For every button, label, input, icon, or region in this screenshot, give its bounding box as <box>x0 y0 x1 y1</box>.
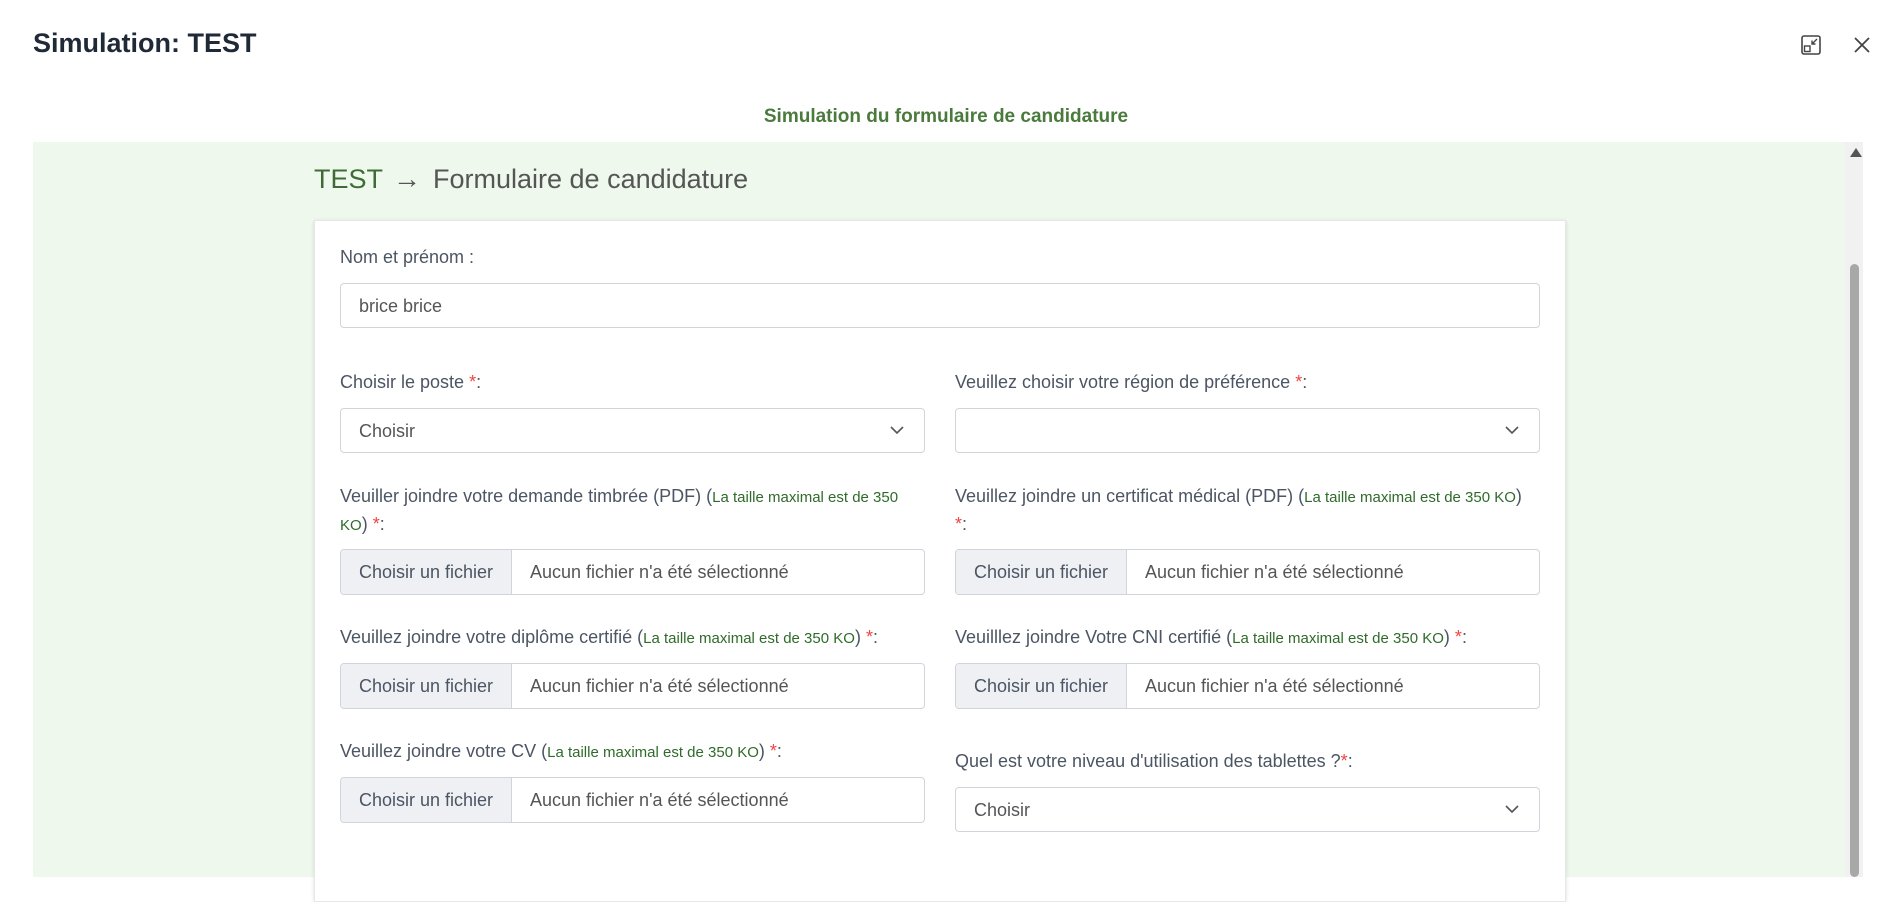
breadcrumb-form-title: Formulaire de candidature <box>433 163 749 194</box>
region-select[interactable] <box>955 408 1540 453</box>
choose-file-button[interactable]: Choisir un fichier <box>341 778 512 822</box>
file-status-text: Aucun fichier n'a été sélectionné <box>1145 561 1404 582</box>
required-marker: * <box>865 627 873 647</box>
certificat-file-input[interactable]: Choisir un fichier Aucun fichier n'a été… <box>955 549 1540 595</box>
file-status-text: Aucun fichier n'a été sélectionné <box>530 561 789 582</box>
choose-file-button[interactable]: Choisir un fichier <box>341 550 512 594</box>
cni-label: Veuilllez joindre Votre CNI certifié (La… <box>955 627 1467 647</box>
diplome-label: Veuillez joindre votre diplôme certifié … <box>340 627 878 647</box>
modal-header: Simulation: TEST <box>0 0 1892 92</box>
breadcrumb-test: TEST <box>314 163 384 194</box>
scroll-up-arrow-icon[interactable] <box>1850 148 1862 157</box>
file-status-text: Aucun fichier n'a été sélectionné <box>1145 675 1404 696</box>
modal-subtitle: Simulation du formulaire de candidature <box>763 106 1129 127</box>
required-marker: * <box>372 514 380 534</box>
breadcrumb: TEST → Formulaire de candidature <box>314 163 748 195</box>
cv-label: Veuillez joindre votre CV (La taille max… <box>340 741 782 761</box>
scrollbar-thumb[interactable] <box>1850 264 1859 877</box>
required-marker: * <box>955 514 963 534</box>
arrow-right-icon: → <box>393 163 422 194</box>
poste-label: Choisir le poste *: <box>340 372 482 392</box>
close-icon[interactable] <box>1851 34 1873 56</box>
cni-file-input[interactable]: Choisir un fichier Aucun fichier n'a été… <box>955 663 1540 709</box>
tablette-select-value: Choisir <box>974 800 1031 820</box>
modal-title: Simulation: TEST <box>33 28 257 58</box>
tablette-select[interactable]: Choisir <box>955 787 1540 832</box>
scrollbar[interactable] <box>1845 142 1863 877</box>
choose-file-button[interactable]: Choisir un fichier <box>956 664 1127 708</box>
poste-select[interactable]: Choisir <box>340 408 925 453</box>
tablette-label: Quel est votre niveau d'utilisation des … <box>955 751 1353 771</box>
name-value: brice brice <box>359 296 443 316</box>
form-card: Nom et prénom : brice brice Choisir le p… <box>314 220 1566 902</box>
chevron-down-icon <box>890 426 904 435</box>
choose-file-button[interactable]: Choisir un fichier <box>956 550 1127 594</box>
required-marker: * <box>769 741 777 761</box>
name-input[interactable]: brice brice <box>340 283 1540 328</box>
required-marker: * <box>1454 627 1462 647</box>
minimize-icon[interactable] <box>1800 34 1822 56</box>
name-label: Nom et prénom : <box>340 247 475 267</box>
chevron-down-icon <box>1505 805 1519 814</box>
required-marker: * <box>1340 751 1348 771</box>
choose-file-button[interactable]: Choisir un fichier <box>341 664 512 708</box>
file-status-text: Aucun fichier n'a été sélectionné <box>530 675 789 696</box>
certificat-label: Veuillez joindre un certificat médical (… <box>955 486 1522 534</box>
file-status-text: Aucun fichier n'a été sélectionné <box>530 789 789 810</box>
demande-file-input[interactable]: Choisir un fichier Aucun fichier n'a été… <box>340 549 925 595</box>
poste-select-value: Choisir <box>359 421 416 441</box>
demande-label: Veuiller joindre votre demande timbrée (… <box>340 486 899 534</box>
cv-file-input[interactable]: Choisir un fichier Aucun fichier n'a été… <box>340 777 925 823</box>
diplome-file-input[interactable]: Choisir un fichier Aucun fichier n'a été… <box>340 663 925 709</box>
chevron-down-icon <box>1505 426 1519 435</box>
region-label: Veuillez choisir votre région de préfére… <box>955 372 1308 392</box>
